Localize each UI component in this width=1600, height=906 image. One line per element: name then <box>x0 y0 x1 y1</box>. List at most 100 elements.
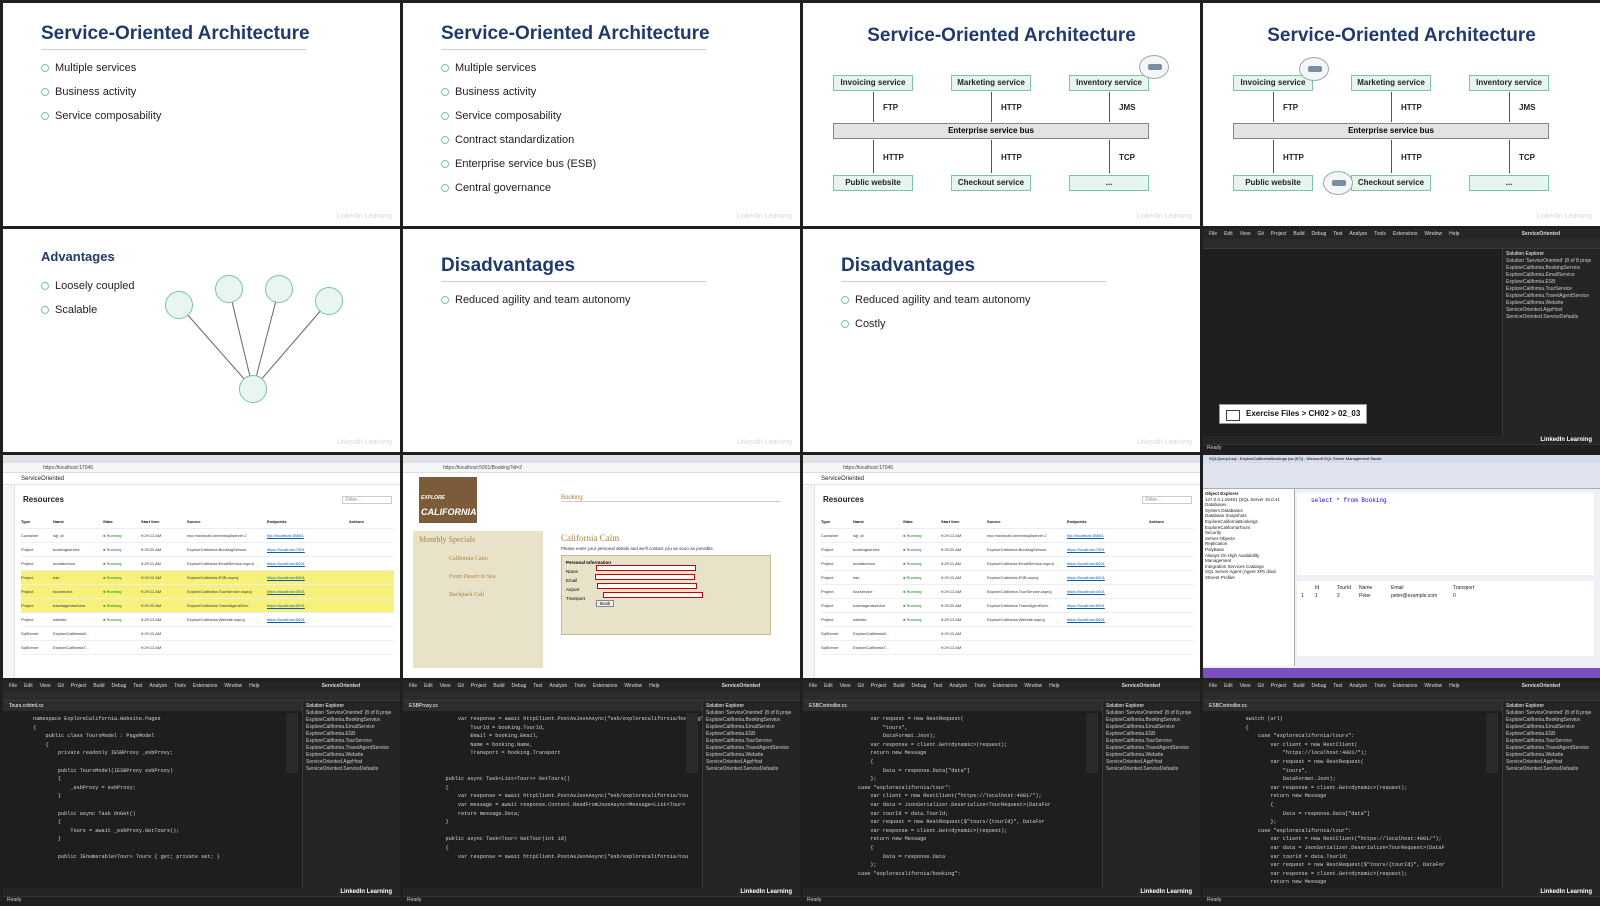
solution-item[interactable]: ExploreCalifornia.TourService <box>1506 286 1597 293</box>
table-row[interactable]: Project travelagentservice ● Running 9:29:2… <box>21 599 394 613</box>
menu-item[interactable]: Window <box>1424 229 1442 239</box>
solution-item[interactable]: ServiceOriented.AppHost <box>306 759 397 766</box>
menu-item[interactable]: File <box>1209 681 1217 691</box>
table-row[interactable]: Container sql_di ● Running 9:29:12 AM mcr.mi… <box>21 529 394 543</box>
menu-item[interactable]: Debug <box>912 681 927 691</box>
solution-item[interactable]: ServiceOriented.AppHost <box>1506 759 1597 766</box>
menu-item[interactable]: Test <box>1333 681 1342 691</box>
booking-page-thumb[interactable]: Bookinghttps://localhost:5001/Booking?id… <box>403 455 800 678</box>
query-editor[interactable]: select * from Booking <box>1297 493 1594 575</box>
menu-item[interactable]: Git <box>57 681 63 691</box>
menu-item[interactable]: Window <box>1424 681 1442 691</box>
side-nav[interactable] <box>803 485 815 678</box>
code-editor[interactable]: switch (url) { case "explorecalifornia/t… <box>1203 711 1500 888</box>
aspire-dashboard-1-thumb[interactable]: ServiceOriented resourceshttps://localho… <box>3 455 400 678</box>
solution-item[interactable]: ExploreCalifornia.BookingService <box>706 717 797 724</box>
code-editor[interactable]: var response = await httpClient.PostAsJs… <box>403 711 735 888</box>
solution-item[interactable]: ExploreCalifornia.BookingService <box>1106 717 1197 724</box>
menu-item[interactable]: View <box>440 681 451 691</box>
table-row[interactable]: Project tourservice ● Running 9:29:12 AM Exp… <box>21 585 394 599</box>
solution-item[interactable]: ExploreCalifornia.EmailService <box>1506 272 1597 279</box>
solution-item[interactable]: ExploreCalifornia.BookingService <box>1506 717 1597 724</box>
menu-item[interactable]: Help <box>1449 229 1459 239</box>
solution-item[interactable]: ExploreCalifornia.Website <box>1506 300 1597 307</box>
solution-item[interactable]: Solution 'ServiceOriented' (8 of 8 proje <box>306 710 397 717</box>
solution-explorer[interactable]: Solution Explorer Solution 'ServiceOrient… <box>302 701 400 888</box>
menu-item[interactable]: View <box>1240 229 1251 239</box>
ide-exercise-files-thumb[interactable]: File Edit View Git Project Build Debug Test Anal… <box>1203 229 1600 452</box>
solution-item[interactable]: ExploreCalifornia.ESB <box>306 731 397 738</box>
menu-item[interactable]: Edit <box>1224 229 1233 239</box>
menu-item[interactable]: Analyze <box>1349 681 1367 691</box>
menu-item[interactable]: Help <box>1049 681 1059 691</box>
menu-item[interactable]: Project <box>1271 681 1287 691</box>
menu-item[interactable]: Project <box>71 681 87 691</box>
menu-item[interactable]: Debug <box>512 681 527 691</box>
menu-item[interactable]: Git <box>857 681 863 691</box>
address-bar[interactable]: https://localhost:5001/Booking?id=2 <box>403 463 800 473</box>
menu-item[interactable]: Build <box>493 681 504 691</box>
solution-item[interactable]: ServiceOriented.ServiceDefaults <box>706 766 797 773</box>
solution-item[interactable]: ExploreCalifornia.TourService <box>1506 738 1597 745</box>
menu-item[interactable]: Window <box>1024 681 1042 691</box>
soa-diagram-1-thumb[interactable]: Service-Oriented Architecture Invoicing s… <box>803 3 1200 226</box>
form-field[interactable]: Name <box>566 565 766 574</box>
solution-item[interactable]: ExploreCalifornia.ESB <box>1506 731 1597 738</box>
menu-item[interactable]: Help <box>249 681 259 691</box>
menu-item[interactable]: Debug <box>1312 229 1327 239</box>
menu-item[interactable]: Window <box>224 681 242 691</box>
menu-item[interactable]: File <box>809 681 817 691</box>
menu-item[interactable]: Git <box>1257 229 1263 239</box>
solution-explorer[interactable]: Solution Explorer Solution 'ServiceOrient… <box>1102 701 1200 888</box>
menu-item[interactable]: Analyze <box>949 681 967 691</box>
minimap[interactable] <box>1486 713 1498 773</box>
solution-explorer[interactable]: Solution Explorer Solution 'ServiceOrient… <box>1502 701 1600 888</box>
side-nav[interactable] <box>3 485 15 678</box>
table-row[interactable]: Project bookingservice ● Running 9:29:20 AM… <box>821 543 1194 557</box>
solution-item[interactable]: ServiceOriented.AppHost <box>1106 759 1197 766</box>
solution-item[interactable]: ExploreCalifornia.BookingService <box>1506 265 1597 272</box>
solution-item[interactable]: ExploreCalifornia.TravelAgentService <box>1106 745 1197 752</box>
solution-item[interactable]: ExploreCalifornia.TourService <box>1106 738 1197 745</box>
address-bar[interactable]: https://localhost:17046 <box>803 463 1200 473</box>
solution-item[interactable]: ServiceOriented.AppHost <box>1506 307 1597 314</box>
menu-item[interactable]: Analyze <box>149 681 167 691</box>
code-editor[interactable]: var request = new RestRequest( "tours", … <box>803 711 1100 888</box>
menu-item[interactable]: File <box>9 681 17 691</box>
solution-item[interactable]: ServiceOriented.ServiceDefaults <box>306 766 397 773</box>
solution-item[interactable]: ExploreCalifornia.EmailService <box>1106 724 1197 731</box>
minimap[interactable] <box>286 713 298 773</box>
advantages-slide-thumb[interactable]: Advantages Loosely coupled Scalable LinkedI… <box>3 229 400 452</box>
solution-explorer[interactable]: Solution Explorer Solution 'ServiceOrient… <box>1502 249 1600 436</box>
ide-code-thumb-3[interactable]: File Edit View Git Project Build Debug Test Anal… <box>803 681 1200 904</box>
solution-item[interactable]: ExploreCalifornia.ESB <box>706 731 797 738</box>
table-row[interactable]: SqlServer ExploreCalifornia7... 9:29:12 AM <box>821 641 1194 655</box>
solution-item[interactable]: ExploreCalifornia.Website <box>706 752 797 759</box>
menu-item[interactable]: File <box>409 681 417 691</box>
menu-item[interactable]: Edit <box>1224 681 1233 691</box>
menu-item[interactable]: Tools <box>1374 681 1386 691</box>
ide-code-thumb-2[interactable]: File Edit View Git Project Build Debug Test Anal… <box>403 681 800 904</box>
table-row[interactable]: Project website ● Running 9:29:13 AM Explore… <box>21 613 394 627</box>
solution-item[interactable]: ExploreCalifornia.TravelAgentService <box>706 745 797 752</box>
special-item[interactable]: Backpack Cali <box>449 592 537 598</box>
menu-item[interactable]: Extensions <box>993 681 1017 691</box>
solution-item[interactable]: ExploreCalifornia.Website <box>1506 752 1597 759</box>
minimap[interactable] <box>686 713 698 773</box>
solution-item[interactable]: ExploreCalifornia.EmailService <box>706 724 797 731</box>
solution-item[interactable]: Solution 'ServiceOriented' (8 of 8 proje <box>1506 710 1597 717</box>
menu-item[interactable]: Build <box>1293 229 1304 239</box>
solution-item[interactable]: ServiceOriented.ServiceDefaults <box>1506 766 1597 773</box>
table-row[interactable]: Project bookingservice ● Running 9:29:20 AM… <box>21 543 394 557</box>
menu-item[interactable]: Tools <box>1374 229 1386 239</box>
solution-item[interactable]: ServiceOriented.ServiceDefaults <box>1506 314 1597 321</box>
table-row[interactable]: SqlServer ExploreCalifornia8... 9:29:12 AM <box>21 627 394 641</box>
ide-code-thumb-1[interactable]: File Edit View Git Project Build Debug Test Anal… <box>3 681 400 904</box>
menu-item[interactable]: Tools <box>174 681 186 691</box>
menu-item[interactable]: Test <box>1333 229 1342 239</box>
solution-item[interactable]: ExploreCalifornia.TravelAgentService <box>1506 293 1597 300</box>
soa-slide-2-thumb[interactable]: Service-Oriented Architecture Multiple se… <box>403 3 800 226</box>
menu-item[interactable]: View <box>840 681 851 691</box>
menu-item[interactable]: Build <box>93 681 104 691</box>
form-field[interactable]: Email <box>566 574 766 583</box>
